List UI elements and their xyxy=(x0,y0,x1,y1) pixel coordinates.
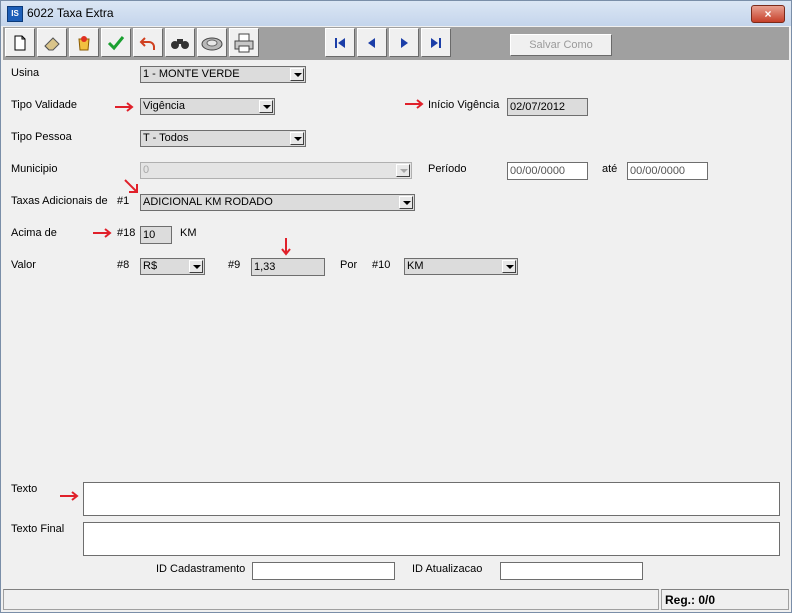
valor-label: Valor xyxy=(11,259,36,271)
eraser-icon xyxy=(44,36,60,50)
taxas-tag: #1 xyxy=(117,195,130,207)
first-record-button[interactable] xyxy=(325,28,355,57)
undo-button[interactable] xyxy=(133,28,163,57)
red-arrow-right-icon xyxy=(115,102,134,112)
red-arrow-diagonal-icon xyxy=(124,179,138,193)
texto-textarea[interactable] xyxy=(83,482,780,516)
toolbar: Salvar Como xyxy=(3,27,789,60)
close-button[interactable]: × xyxy=(751,5,785,23)
search-button[interactable] xyxy=(165,28,195,57)
record-count: Reg.: 0/0 xyxy=(665,593,716,607)
id-atualizacao-label: ID Atualizacao xyxy=(412,563,483,575)
last-record-icon xyxy=(431,37,441,48)
red-arrow-down-icon xyxy=(281,238,291,256)
taxas-adicionais-select[interactable]: ADICIONAL KM RODADO xyxy=(140,194,415,211)
acima-tag: #18 xyxy=(117,227,136,239)
texto-label: Texto xyxy=(11,483,38,495)
id-atualizacao-field[interactable] xyxy=(500,562,643,580)
red-arrow-right-icon xyxy=(93,228,112,238)
red-arrow-right-icon xyxy=(60,491,79,501)
ate-label: até xyxy=(602,163,618,175)
acima-unit: KM xyxy=(180,227,197,239)
periodo-end-field[interactable]: 00/00/0000 xyxy=(627,162,708,180)
acima-de-field[interactable]: 10 xyxy=(140,226,172,244)
confirm-button[interactable] xyxy=(101,28,131,57)
usina-select[interactable]: 1 - MONTE VERDE xyxy=(140,66,306,83)
periodo-label: Período xyxy=(428,163,467,175)
title-bar: IS 6022 Taxa Extra × xyxy=(1,1,791,26)
moeda-value: R$ xyxy=(143,260,158,272)
inicio-vigencia-label: Início Vigência xyxy=(428,99,500,111)
municipio-label: Municipio xyxy=(11,163,58,175)
next-record-button[interactable] xyxy=(389,28,419,57)
first-record-icon xyxy=(335,37,345,48)
tipo-pessoa-label: Tipo Pessoa xyxy=(11,131,72,143)
por-select[interactable]: KM xyxy=(404,258,518,275)
status-cell-main xyxy=(3,589,659,610)
tipo-pessoa-select[interactable]: T - Todos xyxy=(140,130,306,147)
chevron-down-icon[interactable] xyxy=(259,100,273,113)
tipo-pessoa-value: T - Todos xyxy=(143,132,189,144)
valor-tag: #8 xyxy=(117,259,130,271)
chevron-down-icon[interactable] xyxy=(189,260,203,273)
texto-final-label: Texto Final xyxy=(11,523,65,535)
tipo-validade-select[interactable]: Vigência xyxy=(140,98,275,115)
status-bar: Reg.: 0/0 xyxy=(3,589,789,610)
id-cadastramento-field[interactable] xyxy=(252,562,395,580)
taxas-adicionais-value: ADICIONAL KM RODADO xyxy=(143,196,273,208)
municipio-value: 0 xyxy=(143,164,150,176)
texto-final-textarea[interactable] xyxy=(83,522,780,556)
por-label: Por xyxy=(340,259,358,271)
red-arrow-right-icon xyxy=(405,99,424,109)
tipo-validade-value: Vigência xyxy=(143,100,185,112)
chevron-down-icon[interactable] xyxy=(290,68,304,81)
inicio-vigencia-field[interactable]: 02/07/2012 xyxy=(507,98,588,116)
window: IS 6022 Taxa Extra × Salvar Como Usina 1… xyxy=(0,0,792,613)
usina-label: Usina xyxy=(11,67,40,79)
binoculars-search-icon xyxy=(171,38,189,49)
previous-record-icon xyxy=(368,37,375,48)
eraser-button[interactable] xyxy=(37,28,67,57)
save-as-button[interactable]: Salvar Como xyxy=(510,34,612,56)
acima-de-label: Acima de xyxy=(11,227,57,239)
printer-icon xyxy=(234,33,254,52)
valor-field[interactable]: 1,33 xyxy=(251,258,325,276)
new-document-icon xyxy=(14,35,26,50)
cancel-icon xyxy=(78,35,90,50)
por-value: KM xyxy=(407,260,424,272)
taxas-adicionais-label: Taxas Adicionais de xyxy=(11,195,108,207)
valor-tag2: #9 xyxy=(228,259,241,271)
chevron-down-icon[interactable] xyxy=(502,260,516,273)
save-disk-button[interactable] xyxy=(197,28,227,57)
id-cadastramento-label: ID Cadastramento xyxy=(156,563,246,575)
periodo-start-field[interactable]: 00/00/0000 xyxy=(507,162,588,180)
previous-record-button[interactable] xyxy=(357,28,387,57)
confirm-check-icon xyxy=(107,35,125,50)
chevron-down-icon[interactable] xyxy=(290,132,304,145)
hard-disk-save-icon xyxy=(201,37,223,50)
undo-icon xyxy=(139,36,155,50)
print-button[interactable] xyxy=(229,28,259,57)
municipio-select[interactable]: 0 xyxy=(140,162,412,179)
cancel-button[interactable] xyxy=(69,28,99,57)
chevron-down-icon[interactable] xyxy=(399,196,413,209)
moeda-select[interactable]: R$ xyxy=(140,258,205,275)
app-icon: IS xyxy=(7,6,23,22)
por-tag: #10 xyxy=(372,259,391,271)
chevron-down-icon[interactable] xyxy=(396,164,410,177)
last-record-button[interactable] xyxy=(421,28,451,57)
tipo-validade-label: Tipo Validade xyxy=(11,99,78,111)
usina-value: 1 - MONTE VERDE xyxy=(143,68,240,80)
next-record-icon xyxy=(401,37,408,48)
new-document-button[interactable] xyxy=(5,28,35,57)
window-title: 6022 Taxa Extra xyxy=(27,6,114,20)
